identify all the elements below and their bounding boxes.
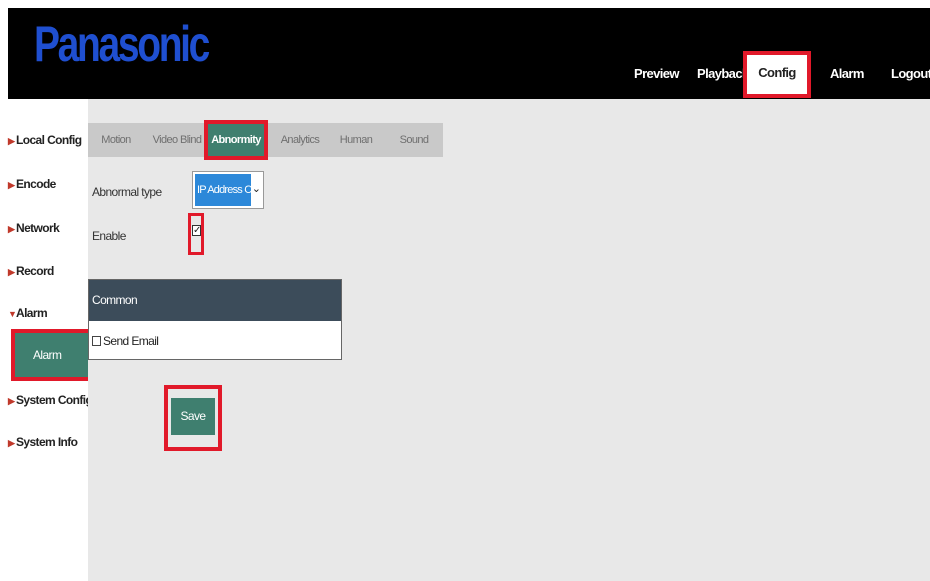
- nav-logout[interactable]: Logout: [891, 66, 930, 81]
- top-bar: Panasonic Preview Playback Config Alarm …: [8, 8, 930, 99]
- nav-config[interactable]: Config: [743, 51, 811, 98]
- enable-checkbox[interactable]: ✓: [192, 225, 201, 236]
- send-email-row: Send Email: [92, 334, 159, 348]
- tab-motion[interactable]: Motion: [96, 123, 136, 157]
- caret-right-icon: ▶: [8, 438, 15, 448]
- chevron-down-icon: ⌄: [251, 183, 261, 195]
- abnormal-type-value: IP Address Conflict: [195, 174, 251, 206]
- sidebar-item-record[interactable]: ▶ Record: [8, 264, 88, 288]
- enable-label: Enable: [92, 229, 126, 243]
- enable-checkbox-highlight: ✓: [188, 213, 204, 255]
- tab-analytics[interactable]: Analytics: [276, 123, 324, 157]
- nav-playback[interactable]: Playback: [697, 66, 749, 81]
- sidebar-item-label: System Config: [16, 393, 93, 407]
- abnormal-type-label: Abnormal type: [92, 185, 162, 199]
- tab-bar: Motion Video Blind Abnormity Analytics H…: [88, 120, 443, 160]
- caret-right-icon: ▶: [8, 136, 15, 146]
- main-panel: Motion Video Blind Abnormity Analytics H…: [88, 99, 930, 581]
- sidebar-item-label: Network: [16, 221, 60, 235]
- send-email-checkbox[interactable]: [92, 336, 101, 346]
- sidebar-item-label: Local Config: [16, 133, 82, 147]
- sidebar-subitem-label: Alarm: [15, 333, 91, 377]
- tab-video-blind[interactable]: Video Blind: [148, 123, 206, 157]
- caret-right-icon: ▶: [8, 267, 15, 277]
- common-section: Common Send Email: [88, 279, 342, 360]
- sidebar-item-system-config[interactable]: ▶ System Config: [8, 393, 93, 417]
- sidebar: ▶ Local Config ▶ Encode ▶ Network ▶ Record ▼…: [8, 99, 95, 581]
- abnormal-type-select[interactable]: IP Address Conflict ⌄: [192, 171, 264, 209]
- sidebar-item-system-info[interactable]: ▶ System Info: [8, 435, 88, 459]
- sidebar-item-network[interactable]: ▶ Network: [8, 221, 88, 245]
- sidebar-item-alarm[interactable]: ▼Alarm: [8, 306, 88, 330]
- caret-right-icon: ▶: [8, 180, 15, 190]
- save-button-highlight: Save: [164, 385, 222, 451]
- sidebar-item-label: Encode: [16, 177, 56, 191]
- sidebar-item-local-config[interactable]: ▶ Local Config: [8, 133, 88, 157]
- send-email-label: Send Email: [103, 334, 159, 348]
- sidebar-item-label: System Info: [16, 435, 78, 449]
- panasonic-logo: Panasonic: [34, 16, 210, 72]
- caret-right-icon: ▶: [8, 224, 15, 234]
- nav-alarm[interactable]: Alarm: [830, 66, 864, 81]
- nav-preview[interactable]: Preview: [634, 66, 680, 81]
- common-header: Common: [89, 280, 341, 321]
- save-button[interactable]: Save: [171, 398, 215, 435]
- sidebar-item-label: Alarm: [16, 306, 48, 320]
- tab-abnormity[interactable]: Abnormity: [204, 120, 268, 160]
- caret-down-icon: ▼: [8, 309, 17, 319]
- tab-human[interactable]: Human: [336, 123, 376, 157]
- sidebar-item-label: Record: [16, 264, 54, 278]
- tab-sound[interactable]: Sound: [394, 123, 434, 157]
- sidebar-subitem-alarm[interactable]: Alarm: [11, 329, 95, 381]
- sidebar-item-encode[interactable]: ▶ Encode: [8, 177, 88, 201]
- caret-right-icon: ▶: [8, 396, 15, 406]
